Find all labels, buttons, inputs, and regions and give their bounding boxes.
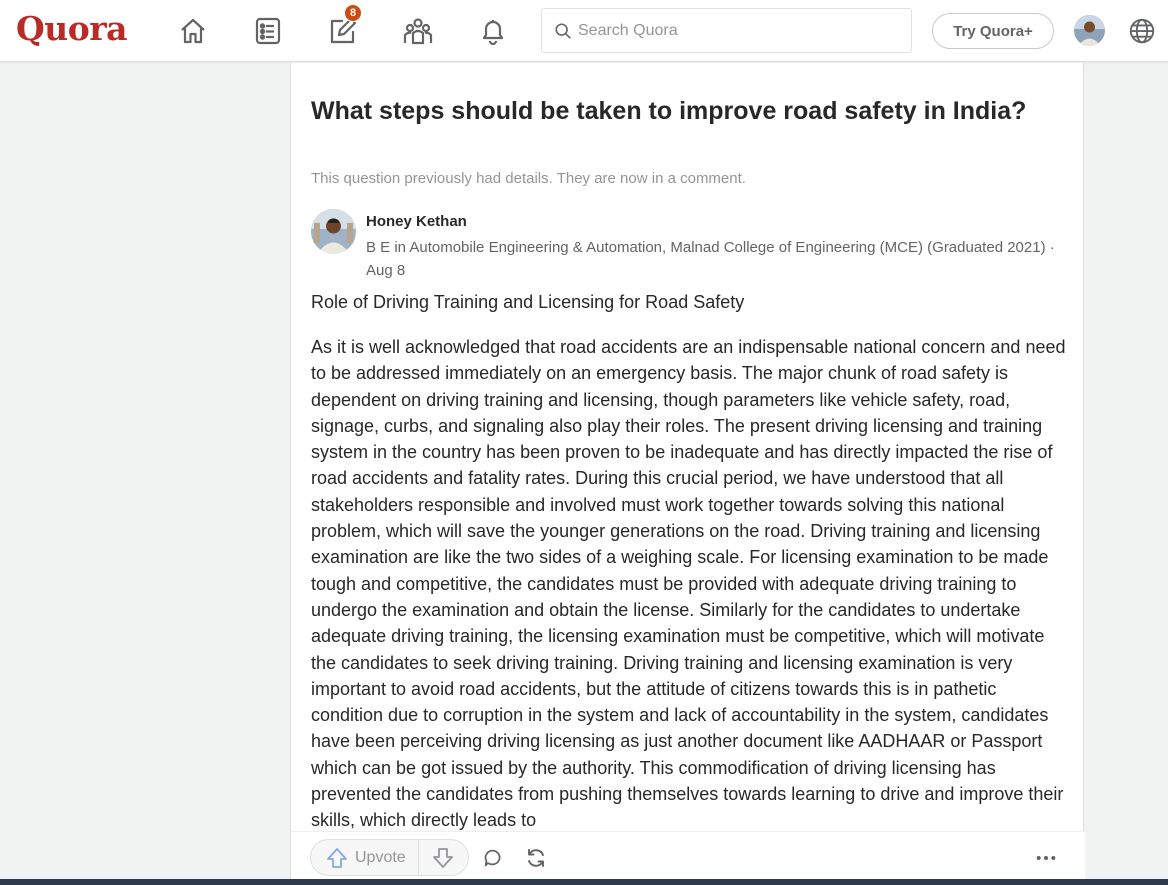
bell-icon[interactable] [473,11,513,51]
share-repost-icon[interactable] [523,845,549,871]
downvote-arrow-icon [433,847,454,868]
answer-pencil-icon[interactable]: 8 [323,4,363,51]
notification-badge: 8 [344,4,362,22]
question-title[interactable]: What steps should be taken to improve ro… [311,93,1051,129]
more-options-icon[interactable] [1031,845,1061,871]
try-quora-plus-button[interactable]: Try Quora+ [932,13,1054,49]
downvote-button[interactable] [419,840,468,875]
quora-logo[interactable]: Quora [16,9,128,48]
search-box[interactable] [541,8,912,53]
upvote-label: Upvote [355,848,406,866]
question-answer-card: What steps should be taken to improve ro… [290,63,1085,885]
author-name[interactable]: Honey Kethan [366,213,467,230]
vote-control: Upvote [310,839,469,876]
bottom-edge-strip [0,879,1168,885]
upvote-arrow-icon [327,847,347,868]
answer-heading: Role of Driving Training and Licensing f… [311,292,745,312]
author-avatar[interactable] [311,209,356,254]
search-input[interactable] [578,21,898,40]
search-icon [555,22,571,39]
question-subtitle: This question previously had details. Th… [311,170,746,187]
answer-body: As it is well acknowledged that road acc… [311,337,1066,830]
home-icon[interactable] [173,11,213,51]
author-credential: B E in Automobile Engineering & Automati… [366,239,1055,279]
user-avatar[interactable] [1074,15,1105,46]
upvote-button[interactable]: Upvote [311,840,419,875]
spaces-icon[interactable] [398,11,438,51]
top-nav-bar: Quora 8 Try Quora+ [0,0,1168,62]
answer-action-bar: Upvote [291,831,1085,885]
language-globe-icon[interactable] [1124,13,1160,49]
comment-icon[interactable] [480,845,506,871]
following-icon[interactable] [248,11,288,51]
